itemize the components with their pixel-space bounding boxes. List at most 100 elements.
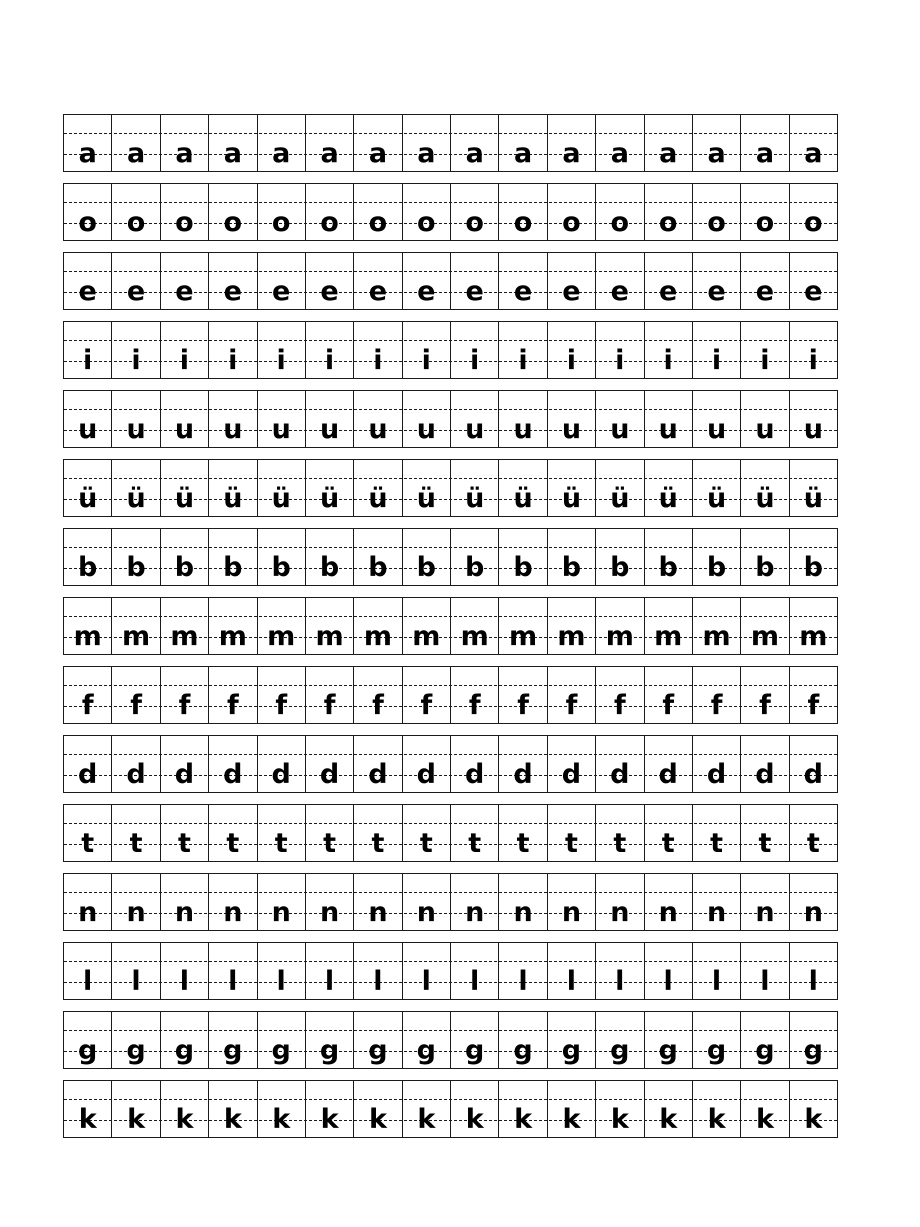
writing-cell[interactable]: k <box>548 1081 597 1137</box>
writing-cell[interactable]: i <box>499 322 548 378</box>
writing-cell[interactable]: a <box>258 115 306 171</box>
writing-cell[interactable]: d <box>354 736 403 792</box>
writing-cell[interactable]: a <box>209 115 258 171</box>
writing-cell[interactable]: n <box>451 874 500 930</box>
writing-cell[interactable]: k <box>161 1081 210 1137</box>
writing-cell[interactable]: a <box>645 115 693 171</box>
writing-cell[interactable]: k <box>596 1081 645 1137</box>
writing-cell[interactable]: m <box>403 598 451 654</box>
writing-cell[interactable]: o <box>258 184 306 240</box>
writing-cell[interactable]: g <box>64 1012 113 1068</box>
writing-cell[interactable]: n <box>693 874 742 930</box>
writing-cell[interactable]: l <box>693 943 742 999</box>
writing-cell[interactable]: t <box>499 805 548 861</box>
writing-cell[interactable]: l <box>64 943 113 999</box>
writing-cell[interactable]: n <box>499 874 548 930</box>
writing-cell[interactable]: e <box>161 253 210 309</box>
writing-cell[interactable]: u <box>548 391 597 447</box>
writing-cell[interactable]: l <box>209 943 258 999</box>
writing-cell[interactable]: b <box>693 529 742 585</box>
writing-cell[interactable]: i <box>790 322 837 378</box>
writing-cell[interactable]: t <box>161 805 210 861</box>
writing-cell[interactable]: m <box>161 598 210 654</box>
writing-cell[interactable]: n <box>306 874 355 930</box>
writing-cell[interactable]: d <box>161 736 210 792</box>
writing-cell[interactable]: ü <box>741 460 790 516</box>
writing-cell[interactable]: n <box>645 874 693 930</box>
writing-cell[interactable]: f <box>499 667 548 723</box>
writing-cell[interactable]: g <box>693 1012 742 1068</box>
writing-cell[interactable]: d <box>112 736 161 792</box>
writing-cell[interactable]: t <box>354 805 403 861</box>
writing-cell[interactable]: b <box>64 529 113 585</box>
writing-cell[interactable]: f <box>548 667 597 723</box>
writing-cell[interactable]: b <box>645 529 693 585</box>
writing-cell[interactable]: g <box>499 1012 548 1068</box>
writing-cell[interactable]: k <box>693 1081 742 1137</box>
writing-cell[interactable]: g <box>354 1012 403 1068</box>
writing-cell[interactable]: l <box>645 943 693 999</box>
writing-cell[interactable]: u <box>645 391 693 447</box>
writing-cell[interactable]: n <box>112 874 161 930</box>
writing-cell[interactable]: m <box>741 598 790 654</box>
writing-cell[interactable]: t <box>645 805 693 861</box>
writing-cell[interactable]: m <box>790 598 837 654</box>
writing-cell[interactable]: a <box>64 115 113 171</box>
writing-cell[interactable]: f <box>645 667 693 723</box>
writing-cell[interactable]: b <box>790 529 837 585</box>
writing-cell[interactable]: n <box>548 874 597 930</box>
writing-cell[interactable]: f <box>161 667 210 723</box>
writing-cell[interactable]: i <box>403 322 451 378</box>
writing-cell[interactable]: b <box>451 529 500 585</box>
writing-cell[interactable]: ü <box>354 460 403 516</box>
writing-cell[interactable]: g <box>596 1012 645 1068</box>
writing-cell[interactable]: ü <box>403 460 451 516</box>
writing-cell[interactable]: d <box>64 736 113 792</box>
writing-cell[interactable]: k <box>741 1081 790 1137</box>
writing-cell[interactable]: a <box>403 115 451 171</box>
writing-cell[interactable]: a <box>161 115 210 171</box>
writing-cell[interactable]: t <box>209 805 258 861</box>
writing-cell[interactable]: g <box>306 1012 355 1068</box>
writing-cell[interactable]: n <box>741 874 790 930</box>
writing-cell[interactable]: t <box>741 805 790 861</box>
writing-cell[interactable]: a <box>499 115 548 171</box>
writing-cell[interactable]: b <box>741 529 790 585</box>
writing-cell[interactable]: l <box>499 943 548 999</box>
writing-cell[interactable]: e <box>258 253 306 309</box>
writing-cell[interactable]: i <box>596 322 645 378</box>
writing-cell[interactable]: u <box>161 391 210 447</box>
writing-cell[interactable]: ü <box>596 460 645 516</box>
writing-cell[interactable]: ü <box>790 460 837 516</box>
writing-cell[interactable]: ü <box>64 460 113 516</box>
writing-cell[interactable]: u <box>499 391 548 447</box>
writing-cell[interactable]: l <box>354 943 403 999</box>
writing-cell[interactable]: u <box>403 391 451 447</box>
writing-cell[interactable]: d <box>693 736 742 792</box>
writing-cell[interactable]: d <box>306 736 355 792</box>
writing-cell[interactable]: f <box>790 667 837 723</box>
writing-cell[interactable]: ü <box>645 460 693 516</box>
writing-cell[interactable]: n <box>354 874 403 930</box>
writing-cell[interactable]: e <box>403 253 451 309</box>
writing-cell[interactable]: t <box>693 805 742 861</box>
writing-cell[interactable]: t <box>403 805 451 861</box>
writing-cell[interactable]: i <box>161 322 210 378</box>
writing-cell[interactable]: a <box>548 115 597 171</box>
writing-cell[interactable]: b <box>499 529 548 585</box>
writing-cell[interactable]: a <box>596 115 645 171</box>
writing-cell[interactable]: l <box>112 943 161 999</box>
writing-cell[interactable]: ü <box>112 460 161 516</box>
writing-cell[interactable]: i <box>209 322 258 378</box>
writing-cell[interactable]: n <box>596 874 645 930</box>
writing-cell[interactable]: o <box>451 184 500 240</box>
writing-cell[interactable]: k <box>354 1081 403 1137</box>
writing-cell[interactable]: d <box>499 736 548 792</box>
writing-cell[interactable]: f <box>112 667 161 723</box>
writing-cell[interactable]: m <box>354 598 403 654</box>
writing-cell[interactable]: g <box>403 1012 451 1068</box>
writing-cell[interactable]: e <box>451 253 500 309</box>
writing-cell[interactable]: m <box>596 598 645 654</box>
writing-cell[interactable]: e <box>64 253 113 309</box>
writing-cell[interactable]: n <box>403 874 451 930</box>
